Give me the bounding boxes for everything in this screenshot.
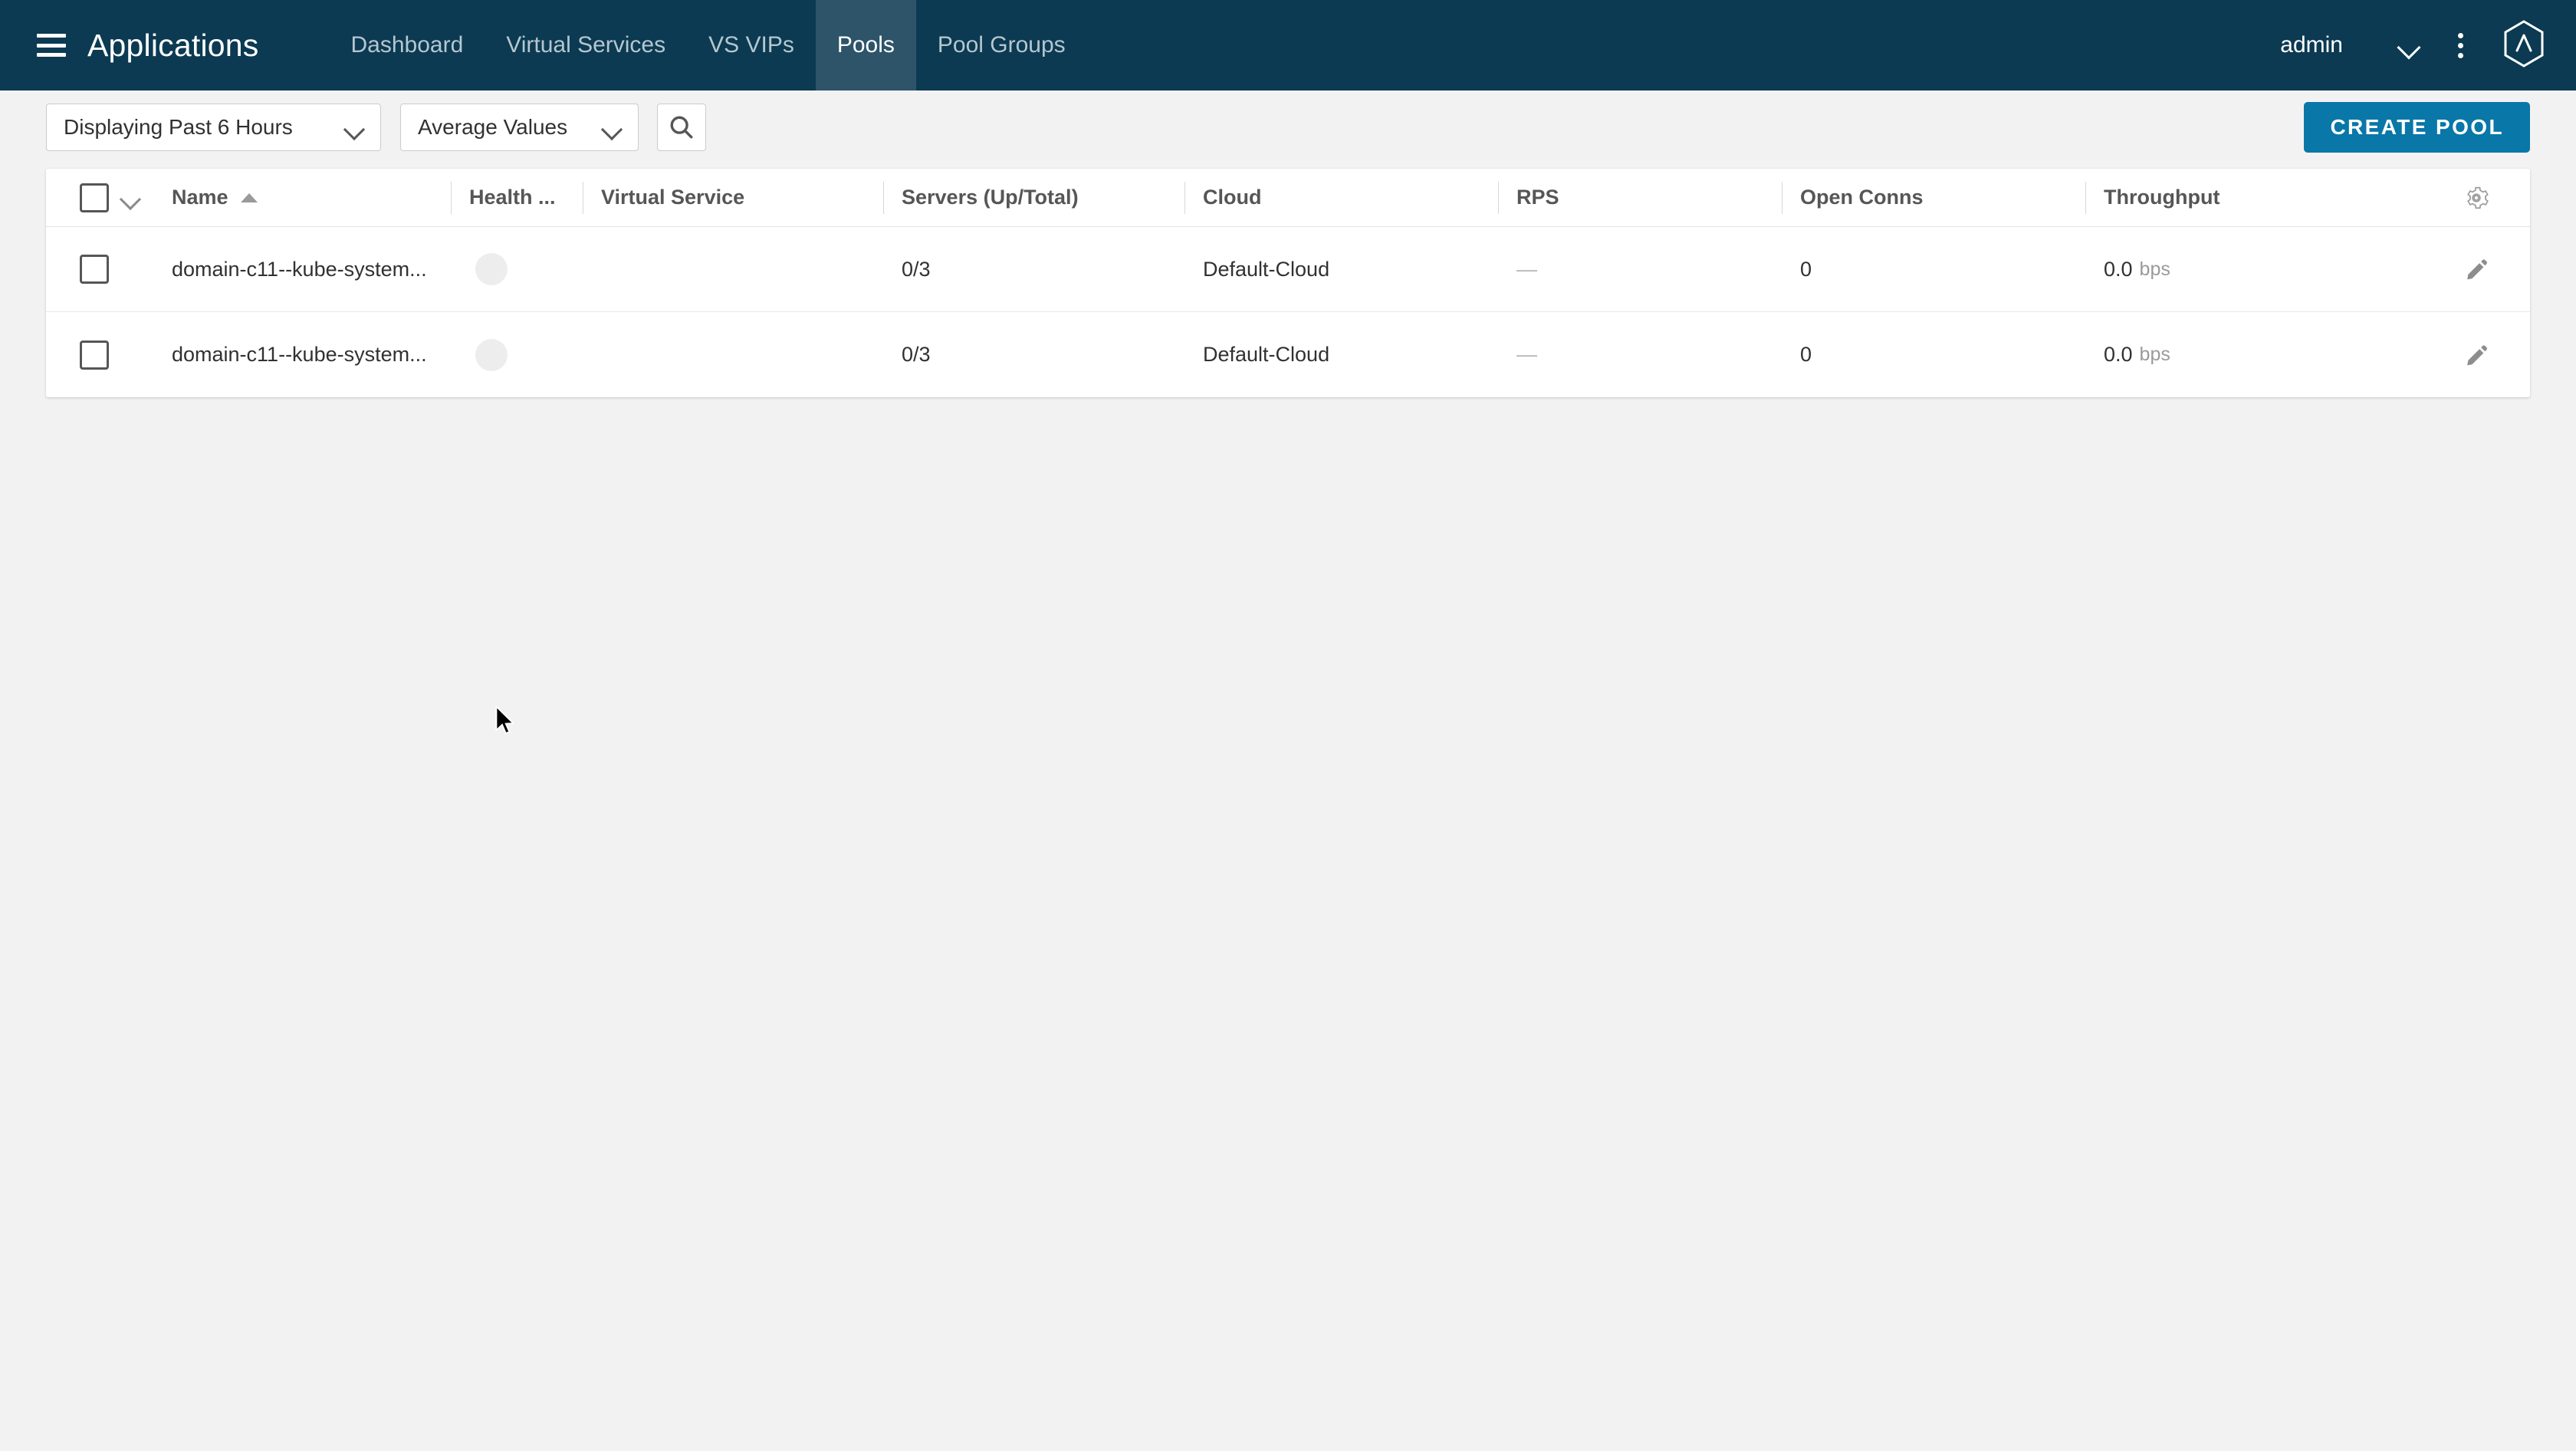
- search-icon: [670, 116, 693, 139]
- cell-throughput-unit: bps: [2139, 344, 2170, 365]
- column-header-health[interactable]: Health ...: [451, 169, 583, 226]
- cell-open-conns: 0: [1800, 257, 1812, 281]
- column-header-throughput[interactable]: Throughput: [2085, 169, 2423, 226]
- time-range-value: Displaying Past 6 Hours: [64, 115, 293, 139]
- avi-hexagon-logo-icon[interactable]: [2502, 19, 2545, 71]
- tab-pools[interactable]: Pools: [815, 0, 916, 90]
- cell-servers: 0/3: [902, 343, 931, 366]
- health-status-indicator: [475, 253, 508, 285]
- main-nav-tabs: Dashboard Virtual Services VS VIPs Pools…: [329, 0, 1086, 90]
- time-range-select[interactable]: Displaying Past 6 Hours: [46, 104, 381, 151]
- tab-virtual-services[interactable]: Virtual Services: [485, 0, 687, 90]
- app-title: Applications: [87, 27, 259, 63]
- row-edit-button[interactable]: [2423, 227, 2530, 311]
- column-header-servers[interactable]: Servers (Up/Total): [883, 169, 1184, 226]
- table-settings-button[interactable]: [2423, 169, 2530, 226]
- value-mode-select[interactable]: Average Values: [400, 104, 639, 151]
- column-header-throughput-label: Throughput: [2104, 186, 2220, 209]
- row-select-checkbox[interactable]: [80, 340, 109, 370]
- filter-toolbar: Displaying Past 6 Hours Average Values C…: [0, 90, 2576, 164]
- topbar-right-group: admin: [2280, 0, 2576, 90]
- hamburger-menu-icon[interactable]: [37, 34, 66, 57]
- table-row[interactable]: domain-c11--kube-system... 0/3 Default-C…: [46, 312, 2530, 397]
- cell-cloud: Default-Cloud: [1203, 343, 1330, 366]
- cell-health: [451, 312, 583, 397]
- chevron-down-icon: [2399, 39, 2420, 51]
- column-header-name-label: Name: [172, 186, 228, 209]
- pools-table-card: Name Health ... Virtual Service Servers …: [46, 169, 2530, 397]
- vertical-dots-icon: [2457, 32, 2463, 58]
- cell-throughput: 0.0 bps: [2085, 312, 2423, 397]
- gear-icon: [2467, 186, 2489, 209]
- cell-throughput-value: 0.0: [2104, 257, 2133, 281]
- pencil-icon: [2467, 259, 2487, 280]
- row-select-cell: [46, 312, 153, 397]
- chevron-down-icon: [603, 122, 623, 133]
- row-select-cell: [46, 227, 153, 311]
- column-header-rps[interactable]: RPS: [1498, 169, 1782, 226]
- cell-name: domain-c11--kube-system...: [172, 257, 427, 281]
- column-header-virtual-service-label: Virtual Service: [601, 186, 745, 209]
- cell-throughput-unit: bps: [2139, 258, 2170, 280]
- cell-rps-value: —: [1516, 257, 1537, 281]
- search-button[interactable]: [657, 104, 706, 151]
- tab-dashboard[interactable]: Dashboard: [329, 0, 485, 90]
- cell-cloud: Default-Cloud: [1203, 257, 1330, 281]
- tab-vs-vips[interactable]: VS VIPs: [687, 0, 816, 90]
- cell-rps: —: [1498, 227, 1782, 311]
- column-header-name[interactable]: Name: [153, 169, 451, 226]
- overflow-menu-button[interactable]: [2435, 20, 2486, 71]
- cell-rps-value: —: [1516, 343, 1537, 366]
- cell-virtual-service: [583, 227, 883, 311]
- column-header-open-conns[interactable]: Open Conns: [1782, 169, 2085, 226]
- row-select-checkbox[interactable]: [80, 255, 109, 284]
- sort-ascending-icon: [240, 192, 258, 202]
- cell-throughput-value: 0.0: [2104, 343, 2133, 366]
- row-edit-button[interactable]: [2423, 312, 2530, 397]
- column-header-cloud[interactable]: Cloud: [1184, 169, 1498, 226]
- cell-health: [451, 227, 583, 311]
- user-menu-button[interactable]: [2384, 20, 2435, 71]
- cell-servers: 0/3: [902, 257, 931, 281]
- cell-virtual-service: [583, 312, 883, 397]
- select-all-cell: [46, 169, 153, 226]
- column-header-health-label: Health ...: [469, 186, 556, 209]
- select-all-chevron-down-icon[interactable]: [121, 192, 141, 203]
- column-header-virtual-service[interactable]: Virtual Service: [583, 169, 883, 226]
- chevron-down-icon: [345, 122, 365, 133]
- health-status-indicator: [475, 338, 508, 371]
- cell-rps: —: [1498, 312, 1782, 397]
- create-pool-button[interactable]: CREATE POOL: [2304, 102, 2530, 153]
- tab-pool-groups[interactable]: Pool Groups: [916, 0, 1087, 90]
- mouse-pointer-icon: [495, 705, 516, 736]
- column-header-cloud-label: Cloud: [1203, 186, 1262, 209]
- column-header-rps-label: RPS: [1516, 186, 1559, 209]
- user-name-label[interactable]: admin: [2280, 32, 2343, 58]
- topbar-left-group: Applications: [0, 0, 258, 90]
- select-all-checkbox[interactable]: [80, 183, 109, 212]
- table-row[interactable]: domain-c11--kube-system... 0/3 Default-C…: [46, 227, 2530, 312]
- table-header-row: Name Health ... Virtual Service Servers …: [46, 169, 2530, 227]
- value-mode-value: Average Values: [418, 115, 568, 139]
- column-header-open-conns-label: Open Conns: [1800, 186, 1924, 209]
- top-navigation-bar: Applications Dashboard Virtual Services …: [0, 0, 2576, 90]
- cell-open-conns: 0: [1800, 343, 1812, 366]
- column-header-servers-label: Servers (Up/Total): [902, 186, 1079, 209]
- cell-name: domain-c11--kube-system...: [172, 343, 427, 366]
- pencil-icon: [2467, 344, 2487, 365]
- cell-throughput: 0.0 bps: [2085, 227, 2423, 311]
